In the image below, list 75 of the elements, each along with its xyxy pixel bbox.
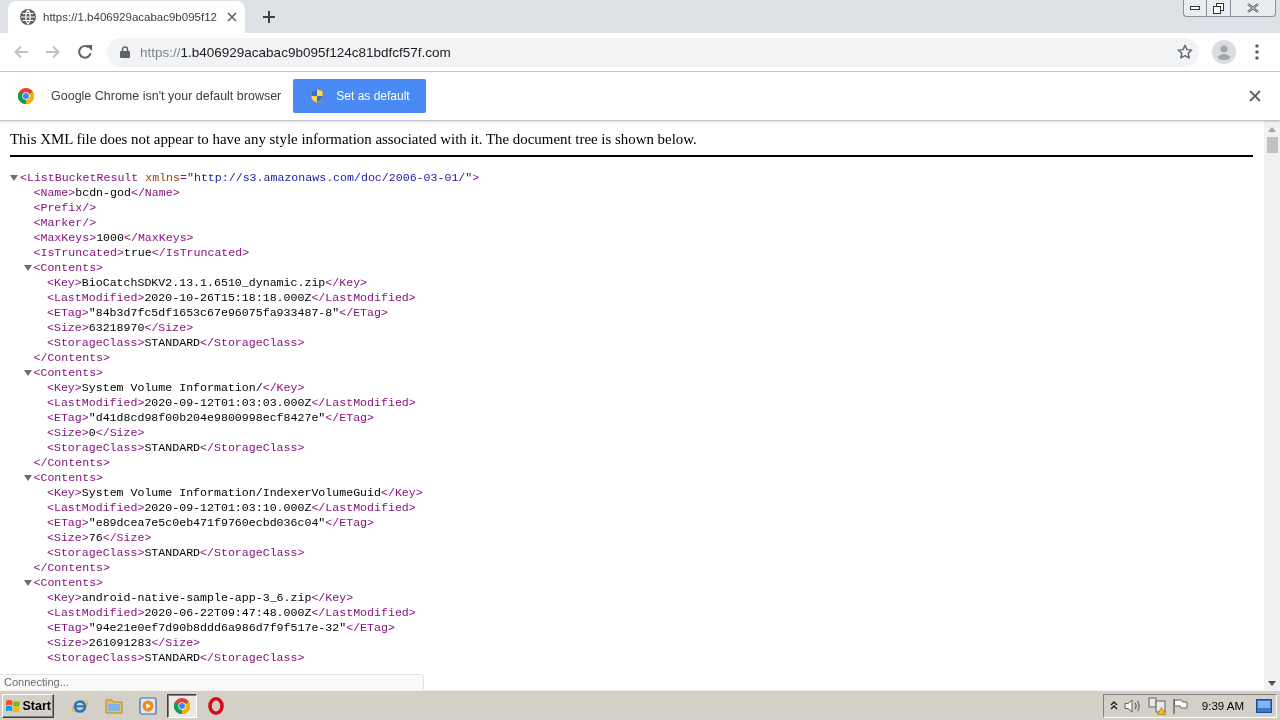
close-icon[interactable] bbox=[1249, 90, 1261, 102]
xml-line: <ETag>"84b3d7fc5df1653c67e96075fa933487-8"</ETag> bbox=[47, 305, 388, 320]
xml-line: <StorageClass>STANDARD</StorageClass> bbox=[47, 440, 305, 455]
disclosure-triangle-icon[interactable] bbox=[10, 173, 18, 182]
xml-line: <ETag>"94e21e0ef7d90b8ddd6a986d7f9f517e-32"</ETag> bbox=[47, 620, 395, 635]
disclosure-triangle-icon[interactable] bbox=[23, 473, 32, 482]
xml-line: </Contents> bbox=[33, 455, 111, 470]
xml-notice: This XML file does not appear to have any style information associated with it. The document tree is shown below. bbox=[10, 121, 1253, 157]
disclosure-triangle-icon[interactable] bbox=[23, 578, 32, 587]
xml-line: <StorageClass>STANDARD</StorageClass> bbox=[47, 545, 305, 560]
xml-line: <ETag>"e89dcea7e5c0eb471f9760ecbd036c04"</ETag> bbox=[47, 515, 374, 530]
o-logo-icon bbox=[208, 696, 224, 715]
xml-line: <Prefix/> bbox=[33, 200, 97, 215]
restore-icon bbox=[1213, 2, 1224, 14]
folder-icon bbox=[105, 697, 123, 714]
xml-line: <IsTruncated>true</IsTruncated> bbox=[33, 245, 250, 260]
flag-icon[interactable] bbox=[1171, 697, 1188, 714]
xml-line: <Marker/> bbox=[33, 215, 97, 230]
xml-line: <Name>bcdn-god</Name> bbox=[33, 185, 180, 200]
plus-icon[interactable] bbox=[263, 11, 275, 23]
disclosure-triangle-icon[interactable] bbox=[23, 263, 32, 272]
xml-line: <Size>76</Size> bbox=[47, 530, 152, 545]
xml-line: <LastModified>2020-06-22T09:47:48.000Z</LastModified> bbox=[47, 605, 416, 620]
menu-icon[interactable] bbox=[1255, 44, 1259, 60]
speaker-icon[interactable] bbox=[1123, 697, 1142, 714]
infobar-message: Google Chrome isn't your default browser bbox=[51, 89, 282, 103]
xml-line: <MaxKeys>1000</MaxKeys> bbox=[33, 230, 194, 245]
xml-line: <Contents> bbox=[33, 575, 104, 590]
xml-line: <ListBucketResult xmlns="http://s3.amazonaws.com/doc/2006-03-01/"> bbox=[20, 170, 480, 185]
flag-logo-icon bbox=[5, 697, 21, 714]
shield-icon bbox=[309, 88, 326, 104]
xml-line: </Contents> bbox=[33, 350, 111, 365]
xml-line: <Size>63218970</Size> bbox=[47, 320, 194, 335]
close-window-button[interactable] bbox=[1231, 0, 1276, 17]
start-button[interactable]: Start bbox=[2, 693, 54, 718]
reload-icon[interactable] bbox=[77, 44, 93, 60]
status-bubble: Connecting... bbox=[0, 674, 424, 690]
xml-line: <StorageClass>STANDARD</StorageClass> bbox=[47, 335, 305, 350]
network-warning-icon[interactable] bbox=[1147, 696, 1166, 715]
xml-line: <LastModified>2020-10-26T15:18:18.000Z</LastModified> bbox=[47, 290, 416, 305]
close-icon bbox=[1247, 3, 1259, 13]
xml-line: <Contents> bbox=[33, 260, 104, 275]
circle-logo-icon bbox=[174, 697, 190, 714]
xml-line: <Size>0</Size> bbox=[47, 425, 145, 440]
browser-tab[interactable]: https://1.b406929acabac9b095f12 bbox=[8, 1, 245, 33]
xml-line: <Key>android-native-sample-app-3_6.zip</Key> bbox=[47, 590, 354, 605]
xml-line: <Key>BioCatchSDKV2.13.1.6510_dynamic.zip</Key> bbox=[47, 275, 368, 290]
xml-line: <Key>System Volume Information/IndexerVolumeGuid</Key> bbox=[47, 485, 423, 500]
disclosure-triangle-icon[interactable] bbox=[23, 368, 32, 377]
minimize-icon bbox=[1190, 6, 1200, 10]
xml-line: <Contents> bbox=[33, 365, 104, 380]
globe-icon bbox=[20, 9, 36, 25]
restore-button[interactable] bbox=[1207, 0, 1231, 17]
circle-logo-icon bbox=[18, 88, 34, 104]
show-desktop-icon[interactable] bbox=[1256, 698, 1272, 713]
xml-line: <LastModified>2020-09-12T01:03:10.000Z</LastModified> bbox=[47, 500, 416, 515]
clock[interactable]: 9:39 AM bbox=[1201, 699, 1244, 712]
xml-line: <Size>261091283</Size> bbox=[47, 635, 201, 650]
lock-icon bbox=[120, 46, 130, 58]
xml-line: </Contents> bbox=[33, 560, 111, 575]
xml-line: <Contents> bbox=[33, 470, 104, 485]
play-icon bbox=[139, 696, 157, 715]
scrollbar-track[interactable] bbox=[1264, 121, 1280, 690]
xml-line: <ETag>"d41d8cd98f00b204e9800998ecf8427e"</ETag> bbox=[47, 410, 374, 425]
close-icon[interactable] bbox=[227, 12, 237, 22]
xml-line: <Key>System Volume Information/</Key> bbox=[47, 380, 305, 395]
chevron-up-icon[interactable] bbox=[1109, 701, 1118, 710]
scrollbar-thumb[interactable] bbox=[1266, 137, 1278, 153]
scroll-down-arrow-icon[interactable] bbox=[1268, 681, 1276, 686]
star-icon[interactable] bbox=[1177, 44, 1193, 60]
minimize-button[interactable] bbox=[1183, 0, 1207, 17]
xml-line: <StorageClass>STANDARD</StorageClass> bbox=[47, 650, 305, 665]
taskbar-button[interactable] bbox=[167, 693, 197, 718]
xml-line: <LastModified>2020-09-12T01:03:03.000Z</LastModified> bbox=[47, 395, 416, 410]
address-bar[interactable]: https://1.b406929acabac9b095f124c81bdfcf57f.com bbox=[107, 37, 1199, 67]
